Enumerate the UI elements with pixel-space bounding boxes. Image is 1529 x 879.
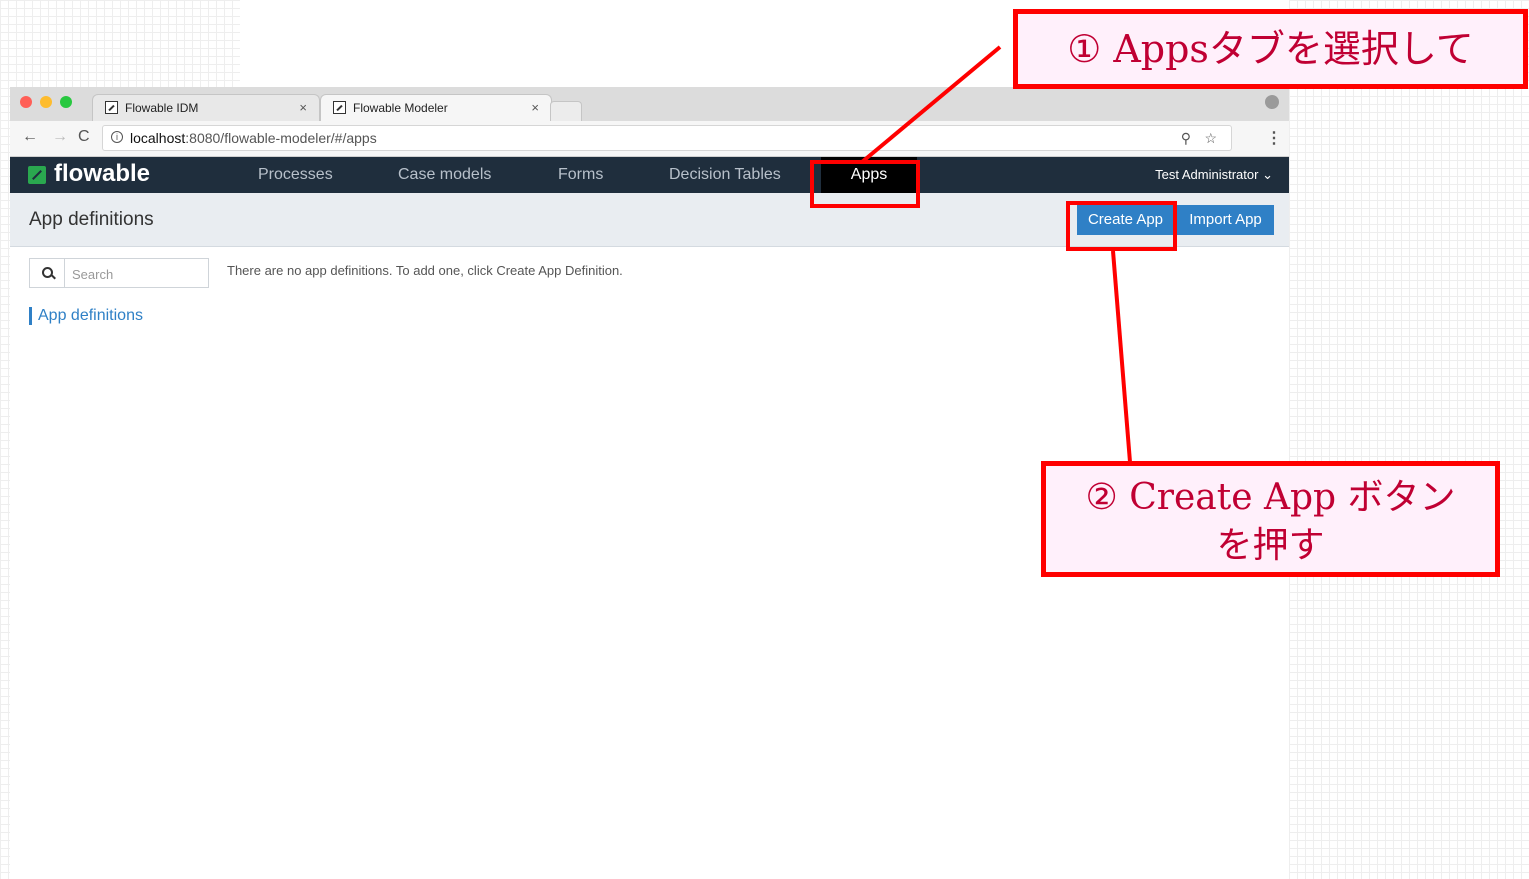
bookmark-star-icon[interactable]: ☆: [1204, 126, 1217, 150]
browser-toolbar: ← → C i localhost:8080/flowable-modeler/…: [10, 121, 1289, 157]
annotation-step2-line1: ② Create App ボタン: [1085, 477, 1456, 518]
back-arrow-icon[interactable]: ←: [22, 128, 38, 146]
url-path: :8080/flowable-modeler/#/apps: [185, 130, 377, 146]
new-tab-button[interactable]: [550, 101, 582, 121]
nav-decision-tables[interactable]: Decision Tables: [669, 157, 781, 193]
info-icon[interactable]: i: [111, 131, 123, 143]
search-box: [29, 258, 209, 288]
create-app-button[interactable]: Create App: [1077, 205, 1174, 235]
app-navbar: flowable Processes Case models Forms Dec…: [10, 157, 1289, 199]
import-app-button[interactable]: Import App: [1177, 205, 1274, 235]
browser-menu-icon[interactable]: ⋮: [1266, 128, 1282, 148]
url-host: localhost: [130, 130, 186, 146]
user-name: Test Administrator: [1155, 167, 1259, 182]
chevron-down-icon: ⌄: [1262, 167, 1273, 182]
url-text: localhost:8080/flowable-modeler/#/apps: [130, 126, 377, 150]
nav-forms[interactable]: Forms: [558, 157, 603, 193]
profile-icon[interactable]: [1265, 95, 1279, 109]
search-icon[interactable]: [30, 259, 65, 287]
maximize-window-icon[interactable]: [60, 96, 72, 108]
search-input[interactable]: [70, 263, 204, 285]
app-definitions-filter-link[interactable]: App definitions: [29, 307, 143, 325]
tab-close-icon[interactable]: ×: [299, 100, 307, 115]
reload-icon[interactable]: C: [78, 128, 90, 146]
browser-tab-flowable-modeler[interactable]: Flowable Modeler ×: [320, 94, 552, 121]
zoom-icon[interactable]: ⚲: [1181, 126, 1191, 150]
tab-close-icon[interactable]: ×: [531, 100, 539, 115]
nav-processes[interactable]: Processes: [258, 157, 333, 193]
empty-state-message: There are no app definitions. To add one…: [227, 263, 623, 278]
minimize-window-icon[interactable]: [40, 96, 52, 108]
flowable-logo[interactable]: flowable: [54, 160, 150, 188]
annotation-step1: ① Appsタブを選択して: [1013, 9, 1528, 89]
page-title: App definitions: [29, 209, 154, 230]
tab-title: Flowable Modeler: [353, 101, 448, 115]
browser-tab-bar: Flowable IDM × Flowable Modeler ×: [10, 87, 1289, 121]
flowable-favicon-icon: [333, 101, 346, 114]
page-header: App definitions Create App Import App: [10, 193, 1289, 247]
background-pattern-right: [1289, 0, 1529, 879]
address-bar[interactable]: i localhost:8080/flowable-modeler/#/apps…: [102, 125, 1232, 151]
nav-apps[interactable]: Apps: [821, 157, 917, 199]
tab-title: Flowable IDM: [125, 101, 199, 115]
forward-arrow-icon[interactable]: →: [52, 128, 68, 146]
flowable-logo-icon: [28, 166, 46, 184]
browser-tab-flowable-idm[interactable]: Flowable IDM ×: [92, 94, 320, 121]
annotation-step2-line2: を押す: [1216, 525, 1325, 566]
flowable-favicon-icon: [105, 101, 118, 114]
user-menu[interactable]: Test Administrator ⌄: [1155, 157, 1273, 193]
close-window-icon[interactable]: [20, 96, 32, 108]
nav-case-models[interactable]: Case models: [398, 157, 491, 193]
annotation-step2: ② Create App ボタン を押す: [1041, 461, 1500, 577]
